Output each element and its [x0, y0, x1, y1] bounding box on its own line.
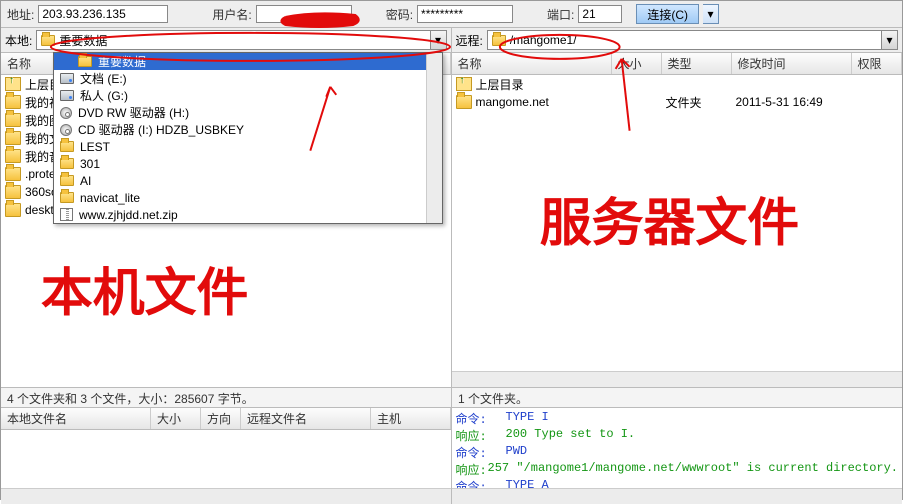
- bottom-split: 本地文件名 大小 方向 远程文件名 主机 命令:TYPE I响应:200 Typ…: [1, 408, 902, 504]
- folder-icon: [60, 192, 74, 203]
- folder-icon: [5, 167, 21, 181]
- username-label: 用户名:: [212, 6, 251, 23]
- log-line: 命令:TYPE I: [456, 410, 899, 427]
- folder-icon: [5, 185, 21, 199]
- col-host[interactable]: 主机: [371, 408, 451, 429]
- log-line: 命令:PWD: [456, 444, 899, 461]
- log-line: 响应:257 "/mangome1/mangome.net/wwwroot" i…: [456, 461, 899, 478]
- dropdown-item[interactable]: 私人 (G:): [54, 87, 442, 104]
- connect-button[interactable]: 连接(C): [636, 4, 699, 24]
- dropdown-item[interactable]: 文档 (E:): [54, 70, 442, 87]
- col-name[interactable]: 名称: [1, 53, 61, 74]
- remote-path-combo[interactable]: /mangome1/ ▾: [487, 30, 898, 50]
- remote-hscroll[interactable]: [452, 371, 903, 387]
- log-line: 命令:TYPE A: [456, 478, 899, 488]
- col-remotefile[interactable]: 远程文件名: [241, 408, 371, 429]
- port-label: 端口:: [547, 6, 574, 23]
- remote-label: 远程:: [456, 32, 483, 49]
- remote-file-list[interactable]: 上层目录mangome.net文件夹2011-5-31 16:49: [452, 75, 903, 371]
- dropdown-item[interactable]: CD 驱动器 (I:) HDZB_USBKEY: [54, 121, 442, 138]
- log-view[interactable]: 命令:TYPE I响应:200 Type set to I.命令:PWD响应:2…: [452, 408, 903, 488]
- remote-pathbar: 远程: /mangome1/ ▾: [452, 28, 903, 53]
- local-panel: 本地: 重要数据 ▾ 名称 大小 上层目我的视我的图我的文我的音.prote36…: [1, 28, 452, 387]
- remote-status: 1 个文件夹。: [452, 388, 902, 408]
- cd-icon: [60, 124, 72, 136]
- list-item[interactable]: 上层目录: [452, 75, 903, 93]
- drive-icon: [60, 73, 74, 84]
- ftp-client-window: 地址: 用户名: 密码: 端口: 连接(C) ▾ 本地: 重要数据 ▾: [0, 0, 903, 500]
- col-type[interactable]: 类型: [662, 53, 732, 74]
- chevron-down-icon[interactable]: ▾: [881, 31, 897, 49]
- address-label: 地址:: [7, 6, 34, 23]
- folder-icon: [60, 175, 74, 186]
- folder-up-icon: [456, 77, 472, 91]
- remote-panel: 远程: /mangome1/ ▾ 名称 大小 类型 修改时间 权限 上层目录ma…: [452, 28, 903, 387]
- dropdown-item[interactable]: www.zjhjdd.net.zip: [54, 206, 442, 223]
- col-dir[interactable]: 方向: [201, 408, 241, 429]
- folder-icon: [456, 95, 472, 109]
- password-input[interactable]: [417, 5, 513, 23]
- chevron-down-icon[interactable]: ▾: [430, 31, 446, 49]
- zip-icon: [60, 208, 73, 221]
- log-line: 响应:200 Type set to I.: [456, 427, 899, 444]
- port-input[interactable]: [578, 5, 622, 23]
- local-status: 4 个文件夹和 3 个文件，大小：285607 字节。: [1, 388, 452, 408]
- folder-icon: [5, 113, 21, 127]
- queue-panel: 本地文件名 大小 方向 远程文件名 主机: [1, 408, 452, 504]
- dropdown-item[interactable]: 重要数据: [54, 53, 442, 70]
- remote-list-header: 名称 大小 类型 修改时间 权限: [452, 53, 903, 75]
- folder-icon: [41, 35, 55, 46]
- col-mtime[interactable]: 修改时间: [732, 53, 852, 74]
- drive-icon: [60, 90, 74, 101]
- dropdown-item[interactable]: LEST: [54, 138, 442, 155]
- folder-icon: [5, 131, 21, 145]
- queue-hscroll[interactable]: [1, 488, 451, 504]
- username-input[interactable]: [256, 5, 352, 23]
- dropdown-item[interactable]: 301: [54, 155, 442, 172]
- connect-dropdown-button[interactable]: ▾: [703, 4, 719, 24]
- password-label: 密码:: [386, 6, 413, 23]
- dropdown-item[interactable]: DVD RW 驱动器 (H:): [54, 104, 442, 121]
- folder-up-icon: [5, 77, 21, 91]
- split-panels: 本地: 重要数据 ▾ 名称 大小 上层目我的视我的图我的文我的音.prote36…: [1, 28, 902, 388]
- folder-icon: [78, 56, 92, 67]
- queue-list[interactable]: [1, 430, 451, 488]
- folder-icon: [492, 35, 506, 46]
- log-panel: 命令:TYPE I响应:200 Type set to I.命令:PWD响应:2…: [452, 408, 903, 504]
- col-name[interactable]: 名称: [452, 53, 612, 74]
- local-path-text: 重要数据: [59, 32, 107, 49]
- dropdown-scrollbar[interactable]: [426, 53, 442, 223]
- remote-path-text: /mangome1/: [510, 33, 577, 47]
- local-label: 本地:: [5, 32, 32, 49]
- col-size[interactable]: 大小: [612, 53, 662, 74]
- folder-icon: [60, 141, 74, 152]
- dropdown-item[interactable]: navicat_lite: [54, 189, 442, 206]
- local-path-combo[interactable]: 重要数据 ▾: [36, 30, 446, 50]
- col-localfile[interactable]: 本地文件名: [1, 408, 151, 429]
- col-perm[interactable]: 权限: [852, 53, 903, 74]
- queue-header: 本地文件名 大小 方向 远程文件名 主机: [1, 408, 451, 430]
- list-item[interactable]: mangome.net文件夹2011-5-31 16:49: [452, 93, 903, 111]
- folder-icon: [5, 149, 21, 163]
- address-input[interactable]: [38, 5, 168, 23]
- log-hscroll[interactable]: [452, 488, 903, 504]
- local-path-dropdown[interactable]: 重要数据文档 (E:)私人 (G:)DVD RW 驱动器 (H:)CD 驱动器 …: [53, 52, 443, 224]
- folder-icon: [5, 95, 21, 109]
- cd-icon: [60, 107, 72, 119]
- folder-icon: [5, 203, 21, 217]
- col-size[interactable]: 大小: [151, 408, 201, 429]
- connection-bar: 地址: 用户名: 密码: 端口: 连接(C) ▾: [1, 1, 902, 28]
- folder-icon: [60, 158, 74, 169]
- dropdown-item[interactable]: AI: [54, 172, 442, 189]
- local-pathbar: 本地: 重要数据 ▾: [1, 28, 451, 53]
